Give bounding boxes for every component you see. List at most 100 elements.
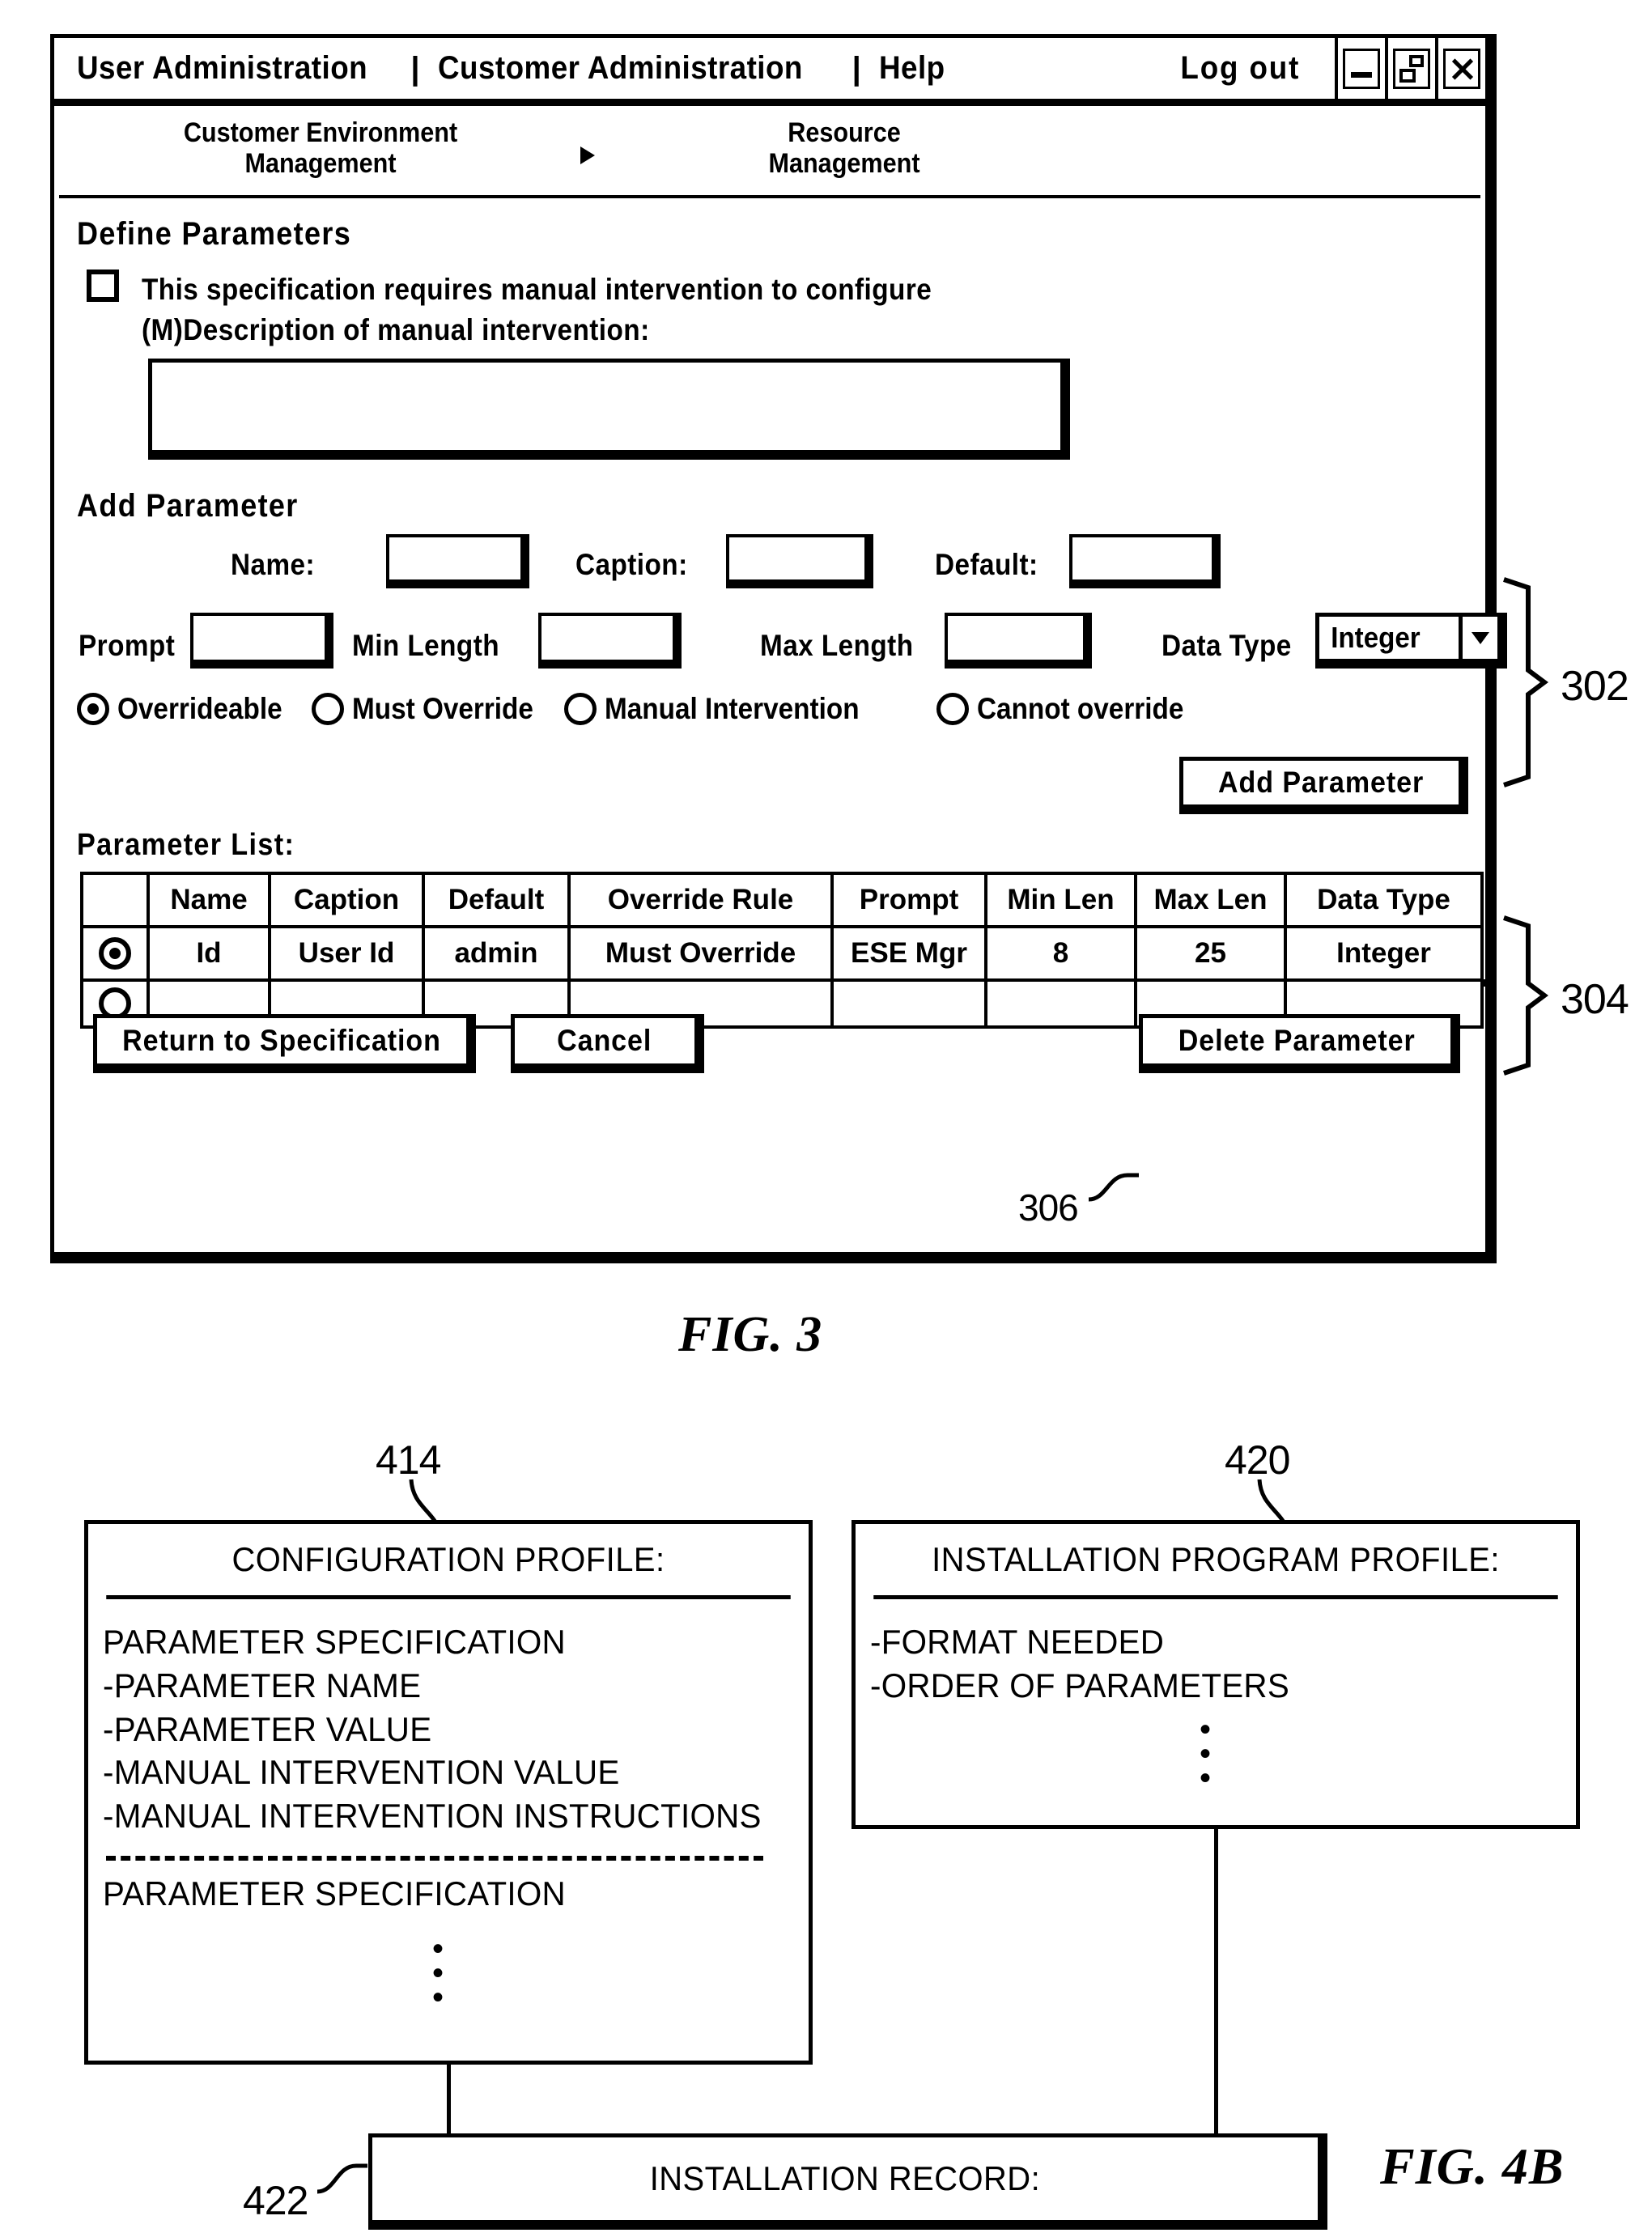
max-length-field-label: Max Length	[760, 629, 914, 662]
prompt-input[interactable]	[190, 613, 328, 663]
breadcrumb: Customer Environment Management Resource…	[59, 106, 1480, 198]
menu-item-help[interactable]: Help	[879, 50, 945, 87]
return-to-specification-button-label: Return to Specification	[122, 1024, 441, 1057]
config-line-4: -MANUAL INTERVENTION INSTRUCTIONS	[103, 1797, 762, 1835]
row-select-cell[interactable]	[80, 925, 150, 982]
min-length-input[interactable]	[538, 613, 676, 663]
row-cell-min-len: 8	[984, 925, 1137, 982]
log-out-link[interactable]: Log out	[1181, 50, 1301, 87]
default-field-label: Default:	[935, 548, 1038, 581]
row-cell-override-rule: Must Override	[567, 925, 834, 982]
leader-line-422	[316, 2163, 367, 2194]
ipp-line-0: -FORMAT NEEDED	[870, 1623, 1165, 1661]
configuration-profile-body: PARAMETER SPECIFICATION -PARAMETER NAME …	[88, 1599, 809, 2014]
default-input[interactable]	[1069, 534, 1215, 583]
reference-numeral-304: 304	[1561, 976, 1629, 1023]
name-input[interactable]	[386, 534, 524, 583]
installation-record-title: INSTALLATION RECORD:	[649, 2159, 1041, 2197]
caption-input[interactable]	[726, 534, 868, 583]
row-cell-prompt: ESE Mgr	[830, 925, 987, 982]
table-header-name: Name	[147, 872, 271, 928]
manual-intervention-description-textarea[interactable]	[148, 359, 1064, 454]
override-option-cannot-override-label: Cannot override	[977, 692, 1184, 725]
manual-intervention-description-label: (M)Description of manual intervention:	[142, 313, 650, 346]
data-type-selected-value: Integer	[1331, 621, 1421, 654]
row-cell-prompt	[830, 978, 987, 1029]
override-option-overrideable[interactable]: Overrideable	[77, 692, 300, 726]
installation-program-profile-box: INSTALLATION PROGRAM PROFILE: -FORMAT NE…	[851, 1520, 1580, 1829]
figure-4b-label: FIG. 4B	[1380, 2137, 1565, 2195]
name-field-label: Name:	[231, 548, 316, 581]
parameter-list-heading: Parameter List:	[77, 828, 295, 862]
table-header-max-len: Max Len	[1134, 872, 1287, 928]
breadcrumb-item-customer-environment-management[interactable]: Customer Environment Management	[164, 117, 478, 179]
window-controls	[1335, 38, 1485, 99]
installation-program-profile-title: INSTALLATION PROGRAM PROFILE:	[873, 1524, 1558, 1599]
radio-manual-intervention-icon	[564, 693, 597, 725]
close-button[interactable]	[1435, 38, 1485, 99]
override-option-must-override[interactable]: Must Override	[312, 692, 554, 726]
menu-separator-1: |	[410, 50, 420, 87]
menu-bar: User Administration | Customer Administr…	[54, 50, 1335, 87]
config-line-0: PARAMETER SPECIFICATION	[103, 1623, 566, 1661]
override-option-cannot-override[interactable]: Cannot override	[936, 692, 1207, 726]
manual-intervention-checkbox[interactable]	[87, 270, 119, 302]
table-header-override-rule: Override Rule	[567, 872, 834, 928]
title-bar: User Administration | Customer Administr…	[54, 38, 1485, 106]
config-line-3: -MANUAL INTERVENTION VALUE	[103, 1753, 620, 1792]
figure-3-label: FIG. 3	[678, 1307, 823, 1362]
override-option-manual-intervention[interactable]: Manual Intervention	[564, 692, 887, 726]
application-window: User Administration | Customer Administr…	[50, 34, 1501, 1256]
cancel-button[interactable]: Cancel	[511, 1014, 699, 1068]
table-header-data-type: Data Type	[1284, 872, 1484, 928]
row-cell-name: Id	[147, 925, 271, 982]
override-option-manual-intervention-label: Manual Intervention	[605, 692, 860, 725]
cancel-button-label: Cancel	[557, 1024, 652, 1057]
chevron-down-icon[interactable]	[1459, 617, 1497, 659]
restore-button[interactable]	[1385, 38, 1435, 99]
menu-item-user-administration[interactable]: User Administration	[77, 50, 367, 87]
bracket-302	[1503, 577, 1548, 787]
config-second-spec: PARAMETER SPECIFICATION	[103, 1874, 566, 1912]
configuration-profile-box: CONFIGURATION PROFILE: PARAMETER SPECIFI…	[84, 1520, 813, 2065]
row-cell-data-type: Integer	[1284, 925, 1484, 982]
config-line-1: -PARAMETER NAME	[103, 1666, 422, 1704]
radio-overrideable-icon	[77, 693, 109, 725]
row-cell-min-len	[984, 978, 1137, 1029]
add-parameter-heading: Add Parameter	[77, 488, 299, 524]
arrow-ipp-to-record	[1214, 1829, 1218, 2179]
row-cell-max-len: 25	[1134, 925, 1287, 982]
ipp-line-1: -ORDER OF PARAMETERS	[870, 1666, 1290, 1704]
return-to-specification-button[interactable]: Return to Specification	[93, 1014, 470, 1068]
define-parameters-heading: Define Parameters	[77, 216, 352, 252]
reference-numeral-302: 302	[1561, 663, 1629, 710]
minimize-button[interactable]	[1335, 38, 1385, 99]
add-parameter-button-label: Add Parameter	[1217, 766, 1425, 799]
reference-numeral-414: 414	[376, 1437, 441, 1483]
row-radio-icon[interactable]	[99, 937, 131, 970]
installation-program-profile-body: -FORMAT NEEDED -ORDER OF PARAMETERS • • •	[856, 1599, 1576, 1794]
restore-icon	[1393, 48, 1430, 89]
installation-record-box: INSTALLATION RECORD:	[368, 2133, 1322, 2224]
close-icon	[1443, 48, 1480, 89]
config-line-2: -PARAMETER VALUE	[103, 1709, 432, 1748]
add-parameter-button[interactable]: Add Parameter	[1179, 757, 1463, 809]
max-length-input[interactable]	[945, 613, 1086, 663]
dashed-divider	[106, 1855, 763, 1861]
table-row[interactable]: Id User Id admin Must Override ESE Mgr 8…	[80, 925, 1484, 982]
table-header-min-len: Min Len	[984, 872, 1137, 928]
delete-parameter-button-label: Delete Parameter	[1178, 1024, 1416, 1057]
breadcrumb-item-resource-management[interactable]: Resource Management	[699, 117, 990, 179]
menu-item-customer-administration[interactable]: Customer Administration	[438, 50, 803, 87]
data-type-select[interactable]: Integer	[1315, 613, 1501, 663]
bracket-304	[1503, 915, 1548, 1076]
manual-intervention-checkbox-label: This specification requires manual inter…	[142, 273, 932, 306]
table-header-default: Default	[422, 872, 571, 928]
table-header-row: Name Caption Default Override Rule Promp…	[80, 872, 1484, 928]
delete-parameter-button[interactable]: Delete Parameter	[1139, 1014, 1455, 1068]
reference-numeral-422: 422	[243, 2178, 308, 2223]
triangle-right-icon	[580, 146, 595, 164]
prompt-field-label: Prompt	[79, 629, 176, 662]
reference-numeral-306: 306	[1018, 1186, 1079, 1229]
configuration-profile-title: CONFIGURATION PROFILE:	[106, 1524, 791, 1599]
